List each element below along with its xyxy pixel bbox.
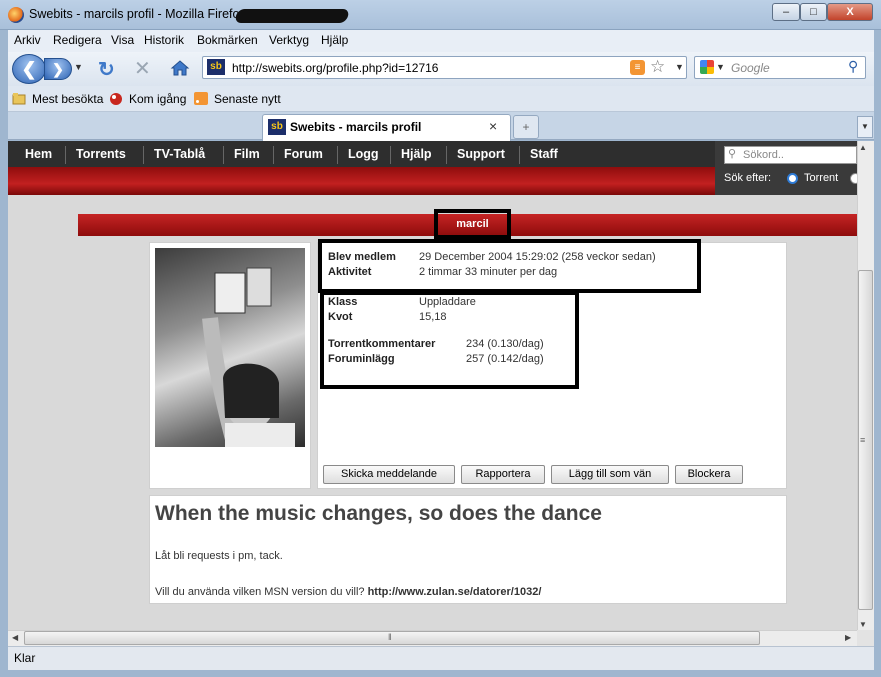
- site-favicon-icon: sb: [268, 119, 286, 135]
- bookmark-senaste-nytt[interactable]: Senaste nytt: [214, 92, 281, 106]
- nav-forum[interactable]: Forum: [284, 147, 323, 161]
- radio-torrent-label[interactable]: Torrent: [804, 172, 838, 184]
- block-button[interactable]: Blockera: [675, 465, 743, 484]
- add-friend-button[interactable]: Lägg till som vän: [551, 465, 669, 484]
- site-favicon-icon: sb: [207, 59, 225, 75]
- close-window-button[interactable]: X: [827, 3, 873, 21]
- send-message-button[interactable]: Skicka meddelande: [323, 465, 455, 484]
- search-engine-dropdown-icon[interactable]: ▼: [716, 62, 725, 72]
- report-button[interactable]: Rapportera: [461, 465, 545, 484]
- back-button[interactable]: ❮: [12, 54, 46, 84]
- forward-button[interactable]: ❯: [44, 58, 72, 80]
- ratio-label: Kvot: [328, 311, 353, 323]
- scroll-left-icon[interactable]: ◀: [12, 633, 18, 642]
- firefox-icon: [8, 7, 24, 23]
- google-engine-icon[interactable]: [700, 60, 714, 74]
- url-dropdown-icon[interactable]: ▼: [675, 62, 684, 72]
- member-since-value: 29 December 2004 15:29:02 (258 veckor se…: [419, 251, 656, 263]
- nav-divider: [273, 146, 274, 164]
- bio-link[interactable]: http://www.zulan.se/datorer/1032/: [368, 586, 542, 598]
- bookmark-folder-icon: [12, 93, 26, 105]
- bio-text-msn: Vill du använda vilken MSN version du vi…: [155, 586, 541, 598]
- search-type-label: Sök efter:: [724, 172, 772, 184]
- nav-divider: [337, 146, 338, 164]
- bookmark-mest-besokta[interactable]: Mest besökta: [32, 92, 103, 106]
- window-frame: [0, 670, 881, 677]
- search-magnifier-icon[interactable]: ⚲: [848, 58, 858, 75]
- nav-divider: [446, 146, 447, 164]
- rss-feed-icon: [194, 92, 208, 105]
- redaction-scribble: [234, 9, 350, 23]
- scroll-corner: [857, 630, 874, 646]
- nav-divider: [519, 146, 520, 164]
- nav-logg[interactable]: Logg: [348, 147, 379, 161]
- site-search-input[interactable]: Sökord..: [724, 146, 857, 164]
- search-input[interactable]: Google: [731, 61, 770, 75]
- nav-hjalp[interactable]: Hjälp: [401, 147, 432, 161]
- bookmark-star-icon[interactable]: ☆: [650, 57, 665, 77]
- radio-torrent[interactable]: [787, 173, 798, 184]
- rss-feed-icon[interactable]: ≡: [630, 60, 645, 75]
- grip-icon: ≡: [860, 435, 866, 445]
- activity-label: Aktivitet: [328, 266, 372, 278]
- bio-msn-text: Vill du använda vilken MSN version du vi…: [155, 586, 365, 598]
- menu-visa[interactable]: Visa: [111, 33, 134, 47]
- home-icon[interactable]: [170, 58, 190, 78]
- nav-staff[interactable]: Staff: [530, 147, 558, 161]
- menu-bokmarken[interactable]: Bokmärken: [197, 33, 258, 47]
- menu-bar: Arkiv Redigera Visa Historik Bokmärken V…: [8, 30, 874, 52]
- profile-username: marcil: [456, 218, 489, 230]
- url-text[interactable]: http://swebits.org/profile.php?id=12716: [232, 61, 438, 75]
- horizontal-scroll-thumb[interactable]: [24, 631, 760, 645]
- forum-posts-value: 257 (0.142/dag): [466, 353, 544, 365]
- bio-text: Låt bli requests i pm, tack.: [155, 550, 283, 562]
- menu-arkiv[interactable]: Arkiv: [14, 33, 41, 47]
- nav-film[interactable]: Film: [234, 147, 260, 161]
- nav-divider: [65, 146, 66, 164]
- window-title: Swebits - marcils profil - Mozilla Firef…: [29, 7, 246, 21]
- torrent-comments-value: 234 (0.130/dag): [466, 338, 544, 350]
- reload-icon[interactable]: ↻: [98, 57, 115, 82]
- nav-divider: [223, 146, 224, 164]
- activity-value: 2 timmar 33 minuter per dag: [419, 266, 558, 278]
- grip-icon: ‖: [388, 632, 392, 642]
- firefox-start-icon: [110, 93, 122, 105]
- class-label: Klass: [328, 296, 358, 308]
- menu-historik[interactable]: Historik: [144, 33, 184, 47]
- class-value: Uppladdare: [419, 296, 476, 308]
- nav-support[interactable]: Support: [457, 147, 505, 161]
- nav-tv-tabla[interactable]: TV-Tablå: [154, 147, 205, 161]
- scroll-up-icon[interactable]: ▲: [859, 143, 867, 152]
- status-text: Klar: [14, 651, 36, 665]
- tab-label[interactable]: Swebits - marcils profil: [290, 120, 421, 134]
- nav-divider: [143, 146, 144, 164]
- bio-title: When the music changes, so does the danc…: [155, 502, 602, 525]
- menu-verktyg[interactable]: Verktyg: [269, 33, 309, 47]
- menu-redigera[interactable]: Redigera: [53, 33, 102, 47]
- close-tab-icon[interactable]: ×: [489, 118, 497, 134]
- torrent-comments-label: Torrentkommentarer: [328, 338, 436, 350]
- maximize-button[interactable]: □: [800, 3, 827, 21]
- status-bar: [8, 646, 874, 670]
- list-tabs-icon[interactable]: ▼: [857, 116, 873, 138]
- scroll-down-icon[interactable]: ▼: [859, 620, 867, 629]
- stop-icon[interactable]: ✕: [134, 56, 151, 81]
- search-icon: ⚲: [728, 148, 737, 160]
- history-dropdown-icon[interactable]: ▼: [74, 62, 83, 72]
- menu-hjalp[interactable]: Hjälp: [321, 33, 348, 47]
- nav-torrents[interactable]: Torrents: [76, 147, 126, 161]
- new-tab-button[interactable]: +: [513, 115, 539, 139]
- forum-posts-label: Foruminlägg: [328, 353, 395, 365]
- minimize-button[interactable]: –: [772, 3, 800, 21]
- nav-divider: [390, 146, 391, 164]
- ratio-value: 15,18: [419, 311, 447, 323]
- scroll-right-icon[interactable]: ▶: [845, 633, 851, 642]
- nav-hem[interactable]: Hem: [25, 147, 52, 161]
- avatar: [155, 248, 305, 447]
- member-since-label: Blev medlem: [328, 251, 396, 263]
- bookmark-kom-igang[interactable]: Kom igång: [129, 92, 186, 106]
